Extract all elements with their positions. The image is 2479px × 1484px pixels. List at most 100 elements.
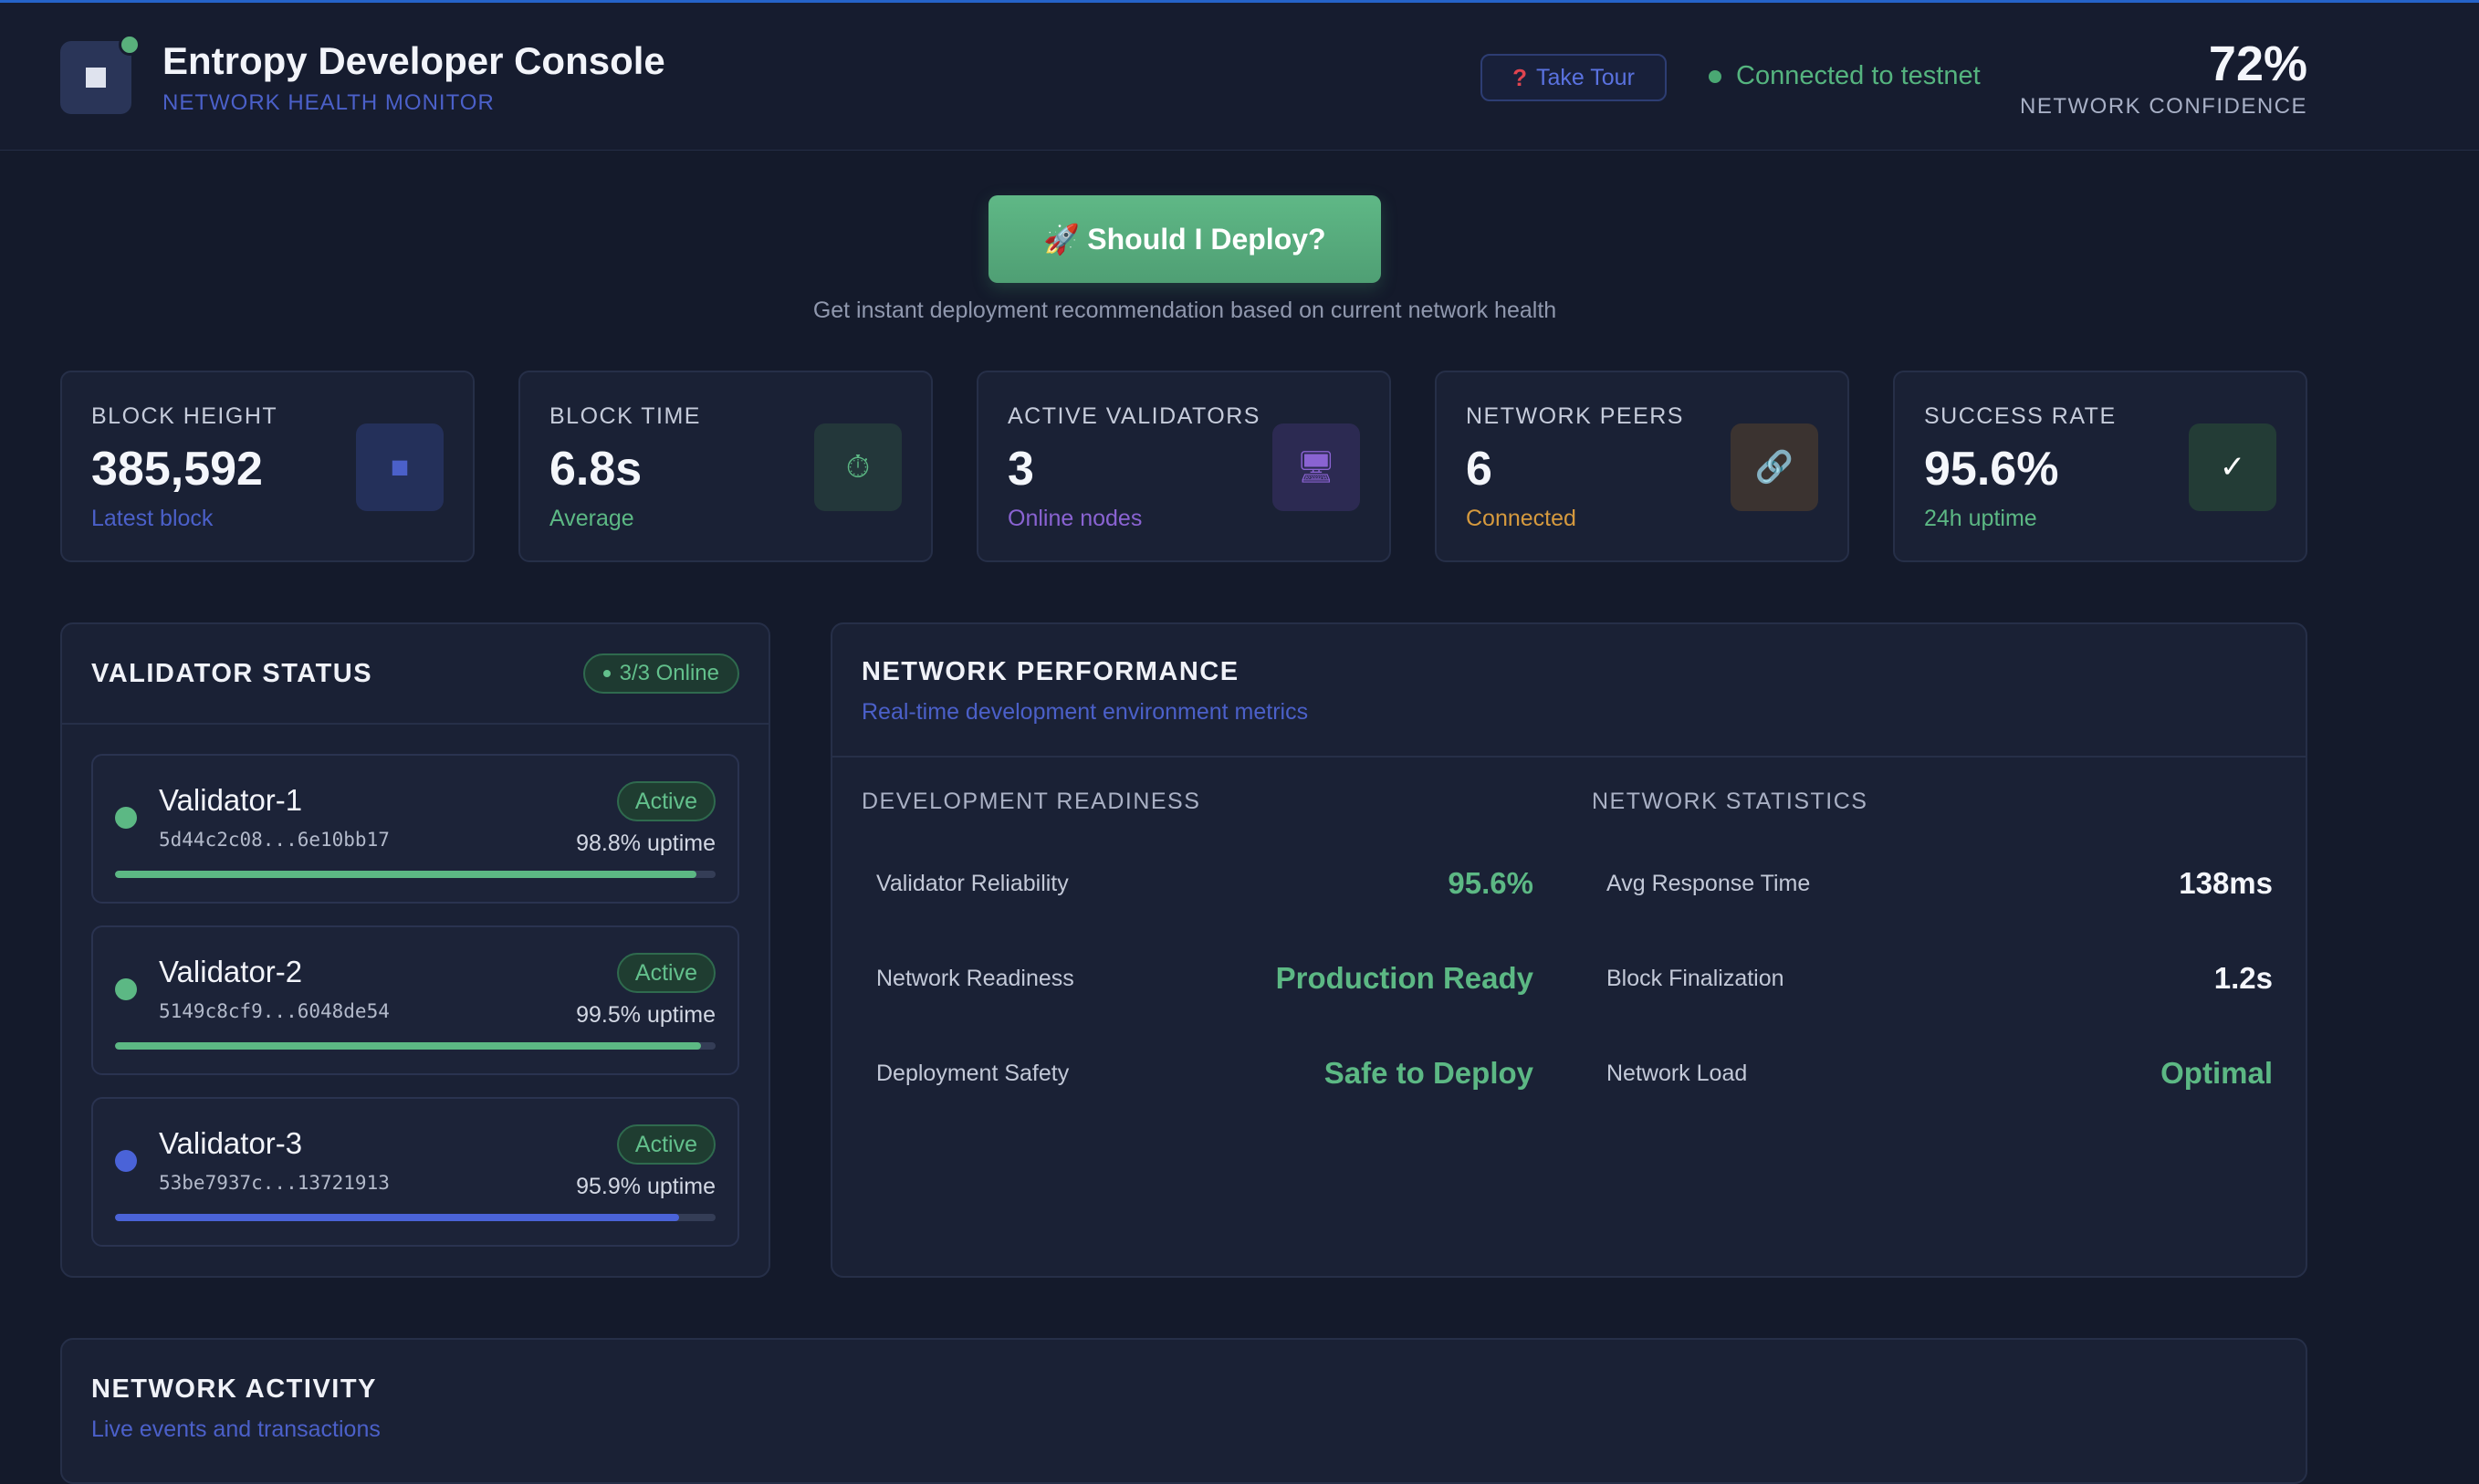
header: Entropy Developer Console NETWORK HEALTH…	[0, 3, 2479, 151]
stat-label: BLOCK TIME	[549, 403, 701, 429]
network-performance-panel: NETWORK PERFORMANCE Real-time developmen…	[831, 622, 2307, 1278]
logo-square-icon	[86, 68, 106, 88]
stat-sub: Connected	[1466, 506, 1576, 531]
metric-label: Validator Reliability	[876, 870, 1069, 896]
metric-value: 95.6%	[1448, 866, 1533, 900]
uptime-bar-fill	[115, 871, 696, 878]
metric-label: Deployment Safety	[876, 1060, 1070, 1086]
network-activity-title: NETWORK ACTIVITY	[91, 1374, 377, 1404]
network-activity-panel: NETWORK ACTIVITY Live events and transac…	[60, 1338, 2307, 1484]
metric-label: Block Finalization	[1606, 965, 1784, 991]
stat-card-network-peers: NETWORK PEERS 6 Connected 🔗	[1435, 371, 1849, 562]
metric-validator-reliability: Validator Reliability 95.6%	[876, 856, 1533, 911]
uptime-bar-fill	[115, 1214, 679, 1221]
validator-hash: 5d44c2c08...6e10bb17	[159, 829, 390, 851]
app-title: Entropy Developer Console	[162, 39, 665, 82]
metric-value: Production Ready	[1275, 961, 1533, 995]
metric-label: Network Load	[1606, 1060, 1748, 1086]
validator-status-dot-icon	[115, 1150, 137, 1172]
question-icon: ?	[1512, 63, 1527, 91]
validator-status-badge: Active	[616, 781, 716, 821]
metric-label: Network Readiness	[876, 965, 1074, 991]
stat-value: 6.8s	[549, 443, 643, 496]
rocket-icon: 🚀	[1043, 223, 1081, 256]
stat-label: NETWORK PEERS	[1466, 403, 1684, 429]
validator-hash: 53be7937c...13721913	[159, 1172, 390, 1194]
stat-sub: Online nodes	[1008, 506, 1143, 531]
panel-divider	[832, 756, 2306, 758]
metric-deployment-safety: Deployment Safety Safe to Deploy	[876, 1046, 1533, 1101]
validator-uptime: 95.9% uptime	[576, 1174, 716, 1199]
validator-status-dot-icon	[115, 807, 137, 829]
panel-divider	[62, 723, 769, 725]
stat-label: SUCCESS RATE	[1924, 403, 2117, 429]
stat-card-block-time: BLOCK TIME 6.8s Average ⏱	[518, 371, 933, 562]
validator-status-dot-icon	[115, 978, 137, 1000]
network-activity-subtitle: Live events and transactions	[91, 1416, 381, 1442]
deploy-label: Should I Deploy?	[1087, 222, 1326, 256]
stat-card-success-rate: SUCCESS RATE 95.6% 24h uptime ✓	[1893, 371, 2307, 562]
validator-status-badge: Active	[616, 1124, 716, 1165]
stat-label: ACTIVE VALIDATORS	[1008, 403, 1260, 429]
network-performance-subtitle: Real-time development environment metric…	[862, 699, 1309, 725]
validator-uptime: 99.5% uptime	[576, 1002, 716, 1028]
stat-sub: 24h uptime	[1924, 506, 2037, 531]
connection-dot-icon	[1709, 69, 1721, 83]
uptime-bar-fill	[115, 1042, 701, 1050]
stopwatch-icon: ⏱	[814, 423, 902, 511]
validator-card[interactable]: Validator-2 5149c8cf9...6048de54 Active 99.…	[91, 925, 739, 1075]
validator-name: Validator-3	[159, 1126, 303, 1160]
uptime-bar	[115, 871, 716, 878]
connection-text: Connected to testnet	[1736, 61, 1981, 90]
online-badge-label: 3/3 Online	[619, 661, 719, 685]
take-tour-button[interactable]: ? Take Tour	[1480, 54, 1667, 101]
validator-uptime: 98.8% uptime	[576, 831, 716, 856]
validator-status-title: VALIDATOR STATUS	[91, 659, 373, 688]
validator-card[interactable]: Validator-1 5d44c2c08...6e10bb17 Active 98.…	[91, 754, 739, 904]
metric-value: Safe to Deploy	[1323, 1056, 1533, 1090]
validator-card[interactable]: Validator-3 53be7937c...13721913 Active 95.…	[91, 1097, 739, 1247]
deploy-description: Get instant deployment recommendation ba…	[812, 298, 1557, 323]
development-readiness-heading: DEVELOPMENT READINESS	[862, 789, 1201, 814]
metric-value: 138ms	[2179, 866, 2273, 900]
stat-value: 95.6%	[1924, 443, 2059, 496]
validator-name: Validator-1	[159, 783, 303, 817]
metric-avg-response-time: Avg Response Time 138ms	[1606, 856, 2273, 911]
stat-card-block-height: BLOCK HEIGHT 385,592 Latest block ■	[60, 371, 475, 562]
online-dot-icon	[602, 670, 611, 677]
uptime-bar	[115, 1214, 716, 1221]
online-badge: 3/3 Online	[582, 653, 739, 694]
metric-network-readiness: Network Readiness Production Ready	[876, 951, 1533, 1006]
metric-block-finalization: Block Finalization 1.2s	[1606, 951, 2273, 1006]
network-confidence-label: NETWORK CONFIDENCE	[2020, 94, 2307, 119]
metric-value: 1.2s	[2213, 961, 2273, 995]
check-icon: ✓	[2189, 423, 2276, 511]
stat-sub: Average	[549, 506, 634, 531]
network-statistics-heading: NETWORK STATISTICS	[1592, 789, 1868, 814]
status-dot-icon	[119, 34, 141, 56]
app-subtitle: NETWORK HEALTH MONITOR	[162, 90, 495, 115]
stat-sub: Latest block	[91, 506, 214, 531]
network-performance-title: NETWORK PERFORMANCE	[862, 657, 1240, 686]
metric-label: Avg Response Time	[1606, 870, 1811, 896]
stat-card-active-validators: ACTIVE VALIDATORS 3 Online nodes 🖥	[977, 371, 1391, 562]
validator-hash: 5149c8cf9...6048de54	[159, 1000, 390, 1022]
validator-status-panel: VALIDATOR STATUS 3/3 Online Validator-1 5…	[60, 622, 770, 1278]
app-logo	[60, 34, 141, 114]
stat-value: 3	[1008, 443, 1034, 496]
should-i-deploy-button[interactable]: 🚀 Should I Deploy?	[988, 195, 1381, 283]
network-confidence-value: 72%	[2208, 37, 2307, 91]
link-icon: 🔗	[1731, 423, 1818, 511]
uptime-bar	[115, 1042, 716, 1050]
square-icon: ■	[356, 423, 444, 511]
validator-name: Validator-2	[159, 955, 303, 988]
stat-label: BLOCK HEIGHT	[91, 403, 278, 429]
stat-value: 385,592	[91, 443, 263, 496]
take-tour-label: Take Tour	[1535, 64, 1635, 90]
metric-value: Optimal	[2160, 1056, 2273, 1090]
server-icon: 🖥	[1272, 423, 1360, 511]
metric-network-load: Network Load Optimal	[1606, 1046, 2273, 1101]
connection-status: Connected to testnet	[1709, 61, 1981, 91]
validator-status-badge: Active	[616, 953, 716, 993]
stat-value: 6	[1466, 443, 1492, 496]
